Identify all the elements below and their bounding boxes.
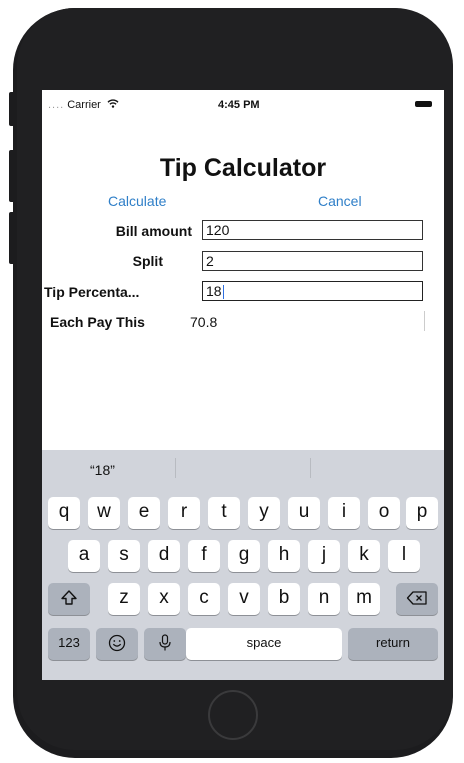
status-time: 4:45 PM bbox=[218, 99, 260, 111]
bill-amount-value: 120 bbox=[206, 222, 230, 238]
key-c[interactable]: c bbox=[188, 583, 220, 615]
shift-key[interactable] bbox=[48, 583, 90, 615]
tip-percentage-value: 18 bbox=[206, 283, 222, 299]
keyboard: “18” q w e r t y u i o p a s d f g h j k… bbox=[42, 450, 444, 680]
each-pay-value: 70.8 bbox=[190, 314, 218, 330]
mute-switch bbox=[9, 92, 15, 126]
cancel-button[interactable]: Cancel bbox=[318, 193, 362, 209]
key-g[interactable]: g bbox=[228, 540, 260, 572]
divider bbox=[424, 311, 425, 331]
key-h[interactable]: h bbox=[268, 540, 300, 572]
key-r[interactable]: r bbox=[168, 497, 200, 529]
microphone-key[interactable] bbox=[144, 628, 186, 660]
split-label: Split bbox=[132, 253, 163, 269]
key-n[interactable]: n bbox=[308, 583, 340, 615]
suggestion-divider bbox=[310, 458, 311, 478]
key-t[interactable]: t bbox=[208, 497, 240, 529]
carrier: .... Carrier bbox=[48, 99, 119, 111]
split-field[interactable]: 2 bbox=[202, 251, 423, 271]
home-button[interactable] bbox=[208, 690, 258, 740]
suggestion-divider bbox=[175, 458, 176, 478]
key-m[interactable]: m bbox=[348, 583, 380, 615]
key-j[interactable]: j bbox=[308, 540, 340, 572]
return-key[interactable]: return bbox=[348, 628, 438, 660]
suggestion-item[interactable]: “18” bbox=[90, 462, 115, 478]
each-pay-label: Each Pay This bbox=[50, 314, 145, 330]
key-u[interactable]: u bbox=[288, 497, 320, 529]
key-z[interactable]: z bbox=[108, 583, 140, 615]
tip-percentage-field[interactable]: 18 bbox=[202, 281, 423, 301]
key-v[interactable]: v bbox=[228, 583, 260, 615]
page-title: Tip Calculator bbox=[159, 154, 327, 182]
bill-amount-label: Bill amount bbox=[115, 223, 192, 239]
key-q[interactable]: q bbox=[48, 497, 80, 529]
key-o[interactable]: o bbox=[368, 497, 400, 529]
key-w[interactable]: w bbox=[88, 497, 120, 529]
key-e[interactable]: e bbox=[128, 497, 160, 529]
key-l[interactable]: l bbox=[388, 540, 420, 572]
key-k[interactable]: k bbox=[348, 540, 380, 572]
microphone-icon bbox=[158, 632, 172, 653]
numbers-key[interactable]: 123 bbox=[48, 628, 90, 660]
key-d[interactable]: d bbox=[148, 540, 180, 572]
key-y[interactable]: y bbox=[248, 497, 280, 529]
split-value: 2 bbox=[206, 253, 214, 269]
space-key[interactable]: space bbox=[186, 628, 342, 660]
battery-icon bbox=[415, 101, 432, 107]
bill-amount-field[interactable]: 120 bbox=[202, 220, 423, 240]
shift-icon bbox=[60, 587, 78, 608]
volume-up-button bbox=[9, 150, 15, 202]
key-f[interactable]: f bbox=[188, 540, 220, 572]
text-cursor bbox=[222, 285, 225, 300]
backspace-icon bbox=[406, 587, 428, 608]
emoji-key[interactable] bbox=[96, 628, 138, 660]
key-x[interactable]: x bbox=[148, 583, 180, 615]
emoji-icon bbox=[108, 632, 126, 653]
app-screen: .... Carrier 4:45 PM Tip Calculator Calcu… bbox=[42, 90, 444, 680]
key-b[interactable]: b bbox=[268, 583, 300, 615]
volume-down-button bbox=[9, 212, 15, 264]
backspace-key[interactable] bbox=[396, 583, 438, 615]
key-a[interactable]: a bbox=[68, 540, 100, 572]
key-s[interactable]: s bbox=[108, 540, 140, 572]
key-i[interactable]: i bbox=[328, 497, 360, 529]
suggestion-bar: “18” bbox=[42, 450, 444, 486]
key-p[interactable]: p bbox=[406, 497, 438, 529]
wifi-icon bbox=[107, 99, 119, 111]
tip-percentage-label: Tip Percenta... bbox=[44, 284, 140, 300]
status-bar: .... Carrier 4:45 PM bbox=[42, 90, 444, 114]
calculate-button[interactable]: Calculate bbox=[108, 193, 166, 209]
